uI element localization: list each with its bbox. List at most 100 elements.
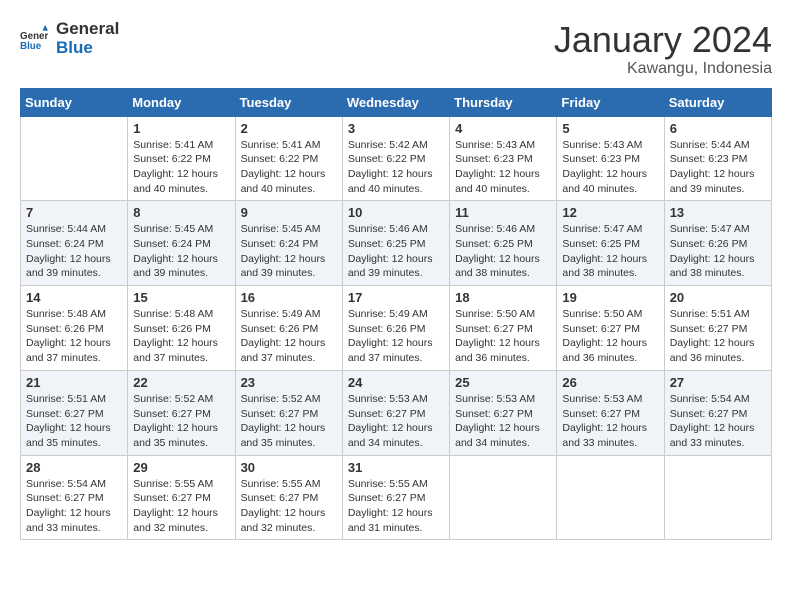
calendar-week-row: 14 Sunrise: 5:48 AM Sunset: 6:26 PM Dayli…: [21, 286, 772, 371]
day-number: 27: [670, 375, 766, 390]
day-info: Sunrise: 5:46 AM Sunset: 6:25 PM Dayligh…: [455, 222, 551, 281]
calendar-table: SundayMondayTuesdayWednesdayThursdayFrid…: [20, 88, 772, 541]
day-number: 26: [562, 375, 658, 390]
calendar-cell: 30 Sunrise: 5:55 AM Sunset: 6:27 PM Dayli…: [235, 455, 342, 540]
calendar-cell: 3 Sunrise: 5:42 AM Sunset: 6:22 PM Daylig…: [342, 116, 449, 201]
day-number: 8: [133, 205, 229, 220]
day-number: 6: [670, 121, 766, 136]
calendar-cell: [21, 116, 128, 201]
day-info: Sunrise: 5:49 AM Sunset: 6:26 PM Dayligh…: [348, 307, 444, 366]
calendar-cell: 15Sunrise: 5:48 AM Sunset: 6:26 PM Dayli…: [128, 286, 235, 371]
calendar-cell: [557, 455, 664, 540]
calendar-week-row: 21 Sunrise: 5:51 AM Sunset: 6:27 PM Dayli…: [21, 370, 772, 455]
calendar-cell: 21 Sunrise: 5:51 AM Sunset: 6:27 PM Dayli…: [21, 370, 128, 455]
day-number: 21: [26, 375, 122, 390]
calendar-cell: 31 Sunrise: 5:55 AM Sunset: 6:27 PM Dayli…: [342, 455, 449, 540]
calendar-cell: 19 Sunrise: 5:50 AM Sunset: 6:27 PM Dayli…: [557, 286, 664, 371]
calendar-cell: 6 Sunrise: 5:44 AM Sunset: 6:23 PM Daylig…: [664, 116, 771, 201]
calendar-week-row: 1 Sunrise: 5:41 AM Sunset: 6:22 PM Daylig…: [21, 116, 772, 201]
day-number: 2: [241, 121, 337, 136]
day-info: Sunrise: 5:53 AM Sunset: 6:27 PM Dayligh…: [348, 392, 444, 451]
day-number: 18: [455, 290, 551, 305]
day-info: Sunrise: 5:55 AM Sunset: 6:27 PM Dayligh…: [133, 477, 229, 536]
day-number: 7: [26, 205, 122, 220]
day-info: Sunrise: 5:55 AM Sunset: 6:27 PM Dayligh…: [241, 477, 337, 536]
day-info: Sunrise: 5:54 AM Sunset: 6:27 PM Dayligh…: [26, 477, 122, 536]
day-info: Sunrise: 5:53 AM Sunset: 6:27 PM Dayligh…: [562, 392, 658, 451]
calendar-cell: 25Sunrise: 5:53 AM Sunset: 6:27 PM Dayli…: [450, 370, 557, 455]
day-info: Sunrise: 5:43 AM Sunset: 6:23 PM Dayligh…: [562, 138, 658, 197]
day-info: Sunrise: 5:42 AM Sunset: 6:22 PM Dayligh…: [348, 138, 444, 197]
page-header: General Blue General Blue January 2024 K…: [20, 20, 772, 78]
day-info: Sunrise: 5:48 AM Sunset: 6:26 PM Dayligh…: [26, 307, 122, 366]
day-number: 28: [26, 460, 122, 475]
day-number: 11: [455, 205, 551, 220]
day-number: 17: [348, 290, 444, 305]
day-number: 24: [348, 375, 444, 390]
day-info: Sunrise: 5:44 AM Sunset: 6:24 PM Dayligh…: [26, 222, 122, 281]
day-info: Sunrise: 5:55 AM Sunset: 6:27 PM Dayligh…: [348, 477, 444, 536]
day-number: 5: [562, 121, 658, 136]
title-block: January 2024 Kawangu, Indonesia: [554, 20, 772, 78]
day-info: Sunrise: 5:44 AM Sunset: 6:23 PM Dayligh…: [670, 138, 766, 197]
calendar-cell: 14 Sunrise: 5:48 AM Sunset: 6:26 PM Dayli…: [21, 286, 128, 371]
day-info: Sunrise: 5:41 AM Sunset: 6:22 PM Dayligh…: [241, 138, 337, 197]
day-info: Sunrise: 5:52 AM Sunset: 6:27 PM Dayligh…: [133, 392, 229, 451]
col-header-thursday: Thursday: [450, 88, 557, 116]
day-info: Sunrise: 5:50 AM Sunset: 6:27 PM Dayligh…: [562, 307, 658, 366]
day-number: 20: [670, 290, 766, 305]
calendar-cell: 9Sunrise: 5:45 AM Sunset: 6:24 PM Daylig…: [235, 201, 342, 286]
calendar-cell: 4 Sunrise: 5:43 AM Sunset: 6:23 PM Daylig…: [450, 116, 557, 201]
calendar-cell: 5 Sunrise: 5:43 AM Sunset: 6:23 PM Daylig…: [557, 116, 664, 201]
day-info: Sunrise: 5:49 AM Sunset: 6:26 PM Dayligh…: [241, 307, 337, 366]
day-number: 31: [348, 460, 444, 475]
day-number: 9: [241, 205, 337, 220]
calendar-cell: 17 Sunrise: 5:49 AM Sunset: 6:26 PM Dayli…: [342, 286, 449, 371]
day-number: 22: [133, 375, 229, 390]
calendar-cell: 27 Sunrise: 5:54 AM Sunset: 6:27 PM Dayli…: [664, 370, 771, 455]
day-info: Sunrise: 5:54 AM Sunset: 6:27 PM Dayligh…: [670, 392, 766, 451]
col-header-tuesday: Tuesday: [235, 88, 342, 116]
calendar-cell: 22 Sunrise: 5:52 AM Sunset: 6:27 PM Dayli…: [128, 370, 235, 455]
calendar-header-row: SundayMondayTuesdayWednesdayThursdayFrid…: [21, 88, 772, 116]
day-info: Sunrise: 5:47 AM Sunset: 6:25 PM Dayligh…: [562, 222, 658, 281]
logo: General Blue General Blue: [20, 20, 119, 57]
calendar-cell: 1 Sunrise: 5:41 AM Sunset: 6:22 PM Daylig…: [128, 116, 235, 201]
day-number: 23: [241, 375, 337, 390]
day-info: Sunrise: 5:46 AM Sunset: 6:25 PM Dayligh…: [348, 222, 444, 281]
day-info: Sunrise: 5:50 AM Sunset: 6:27 PM Dayligh…: [455, 307, 551, 366]
day-info: Sunrise: 5:48 AM Sunset: 6:26 PM Dayligh…: [133, 307, 229, 366]
calendar-cell: 23 Sunrise: 5:52 AM Sunset: 6:27 PM Dayli…: [235, 370, 342, 455]
calendar-cell: 13Sunrise: 5:47 AM Sunset: 6:26 PM Dayli…: [664, 201, 771, 286]
day-info: Sunrise: 5:51 AM Sunset: 6:27 PM Dayligh…: [26, 392, 122, 451]
day-number: 14: [26, 290, 122, 305]
logo-icon: General Blue: [20, 25, 48, 53]
day-number: 16: [241, 290, 337, 305]
col-header-saturday: Saturday: [664, 88, 771, 116]
month-year-title: January 2024: [554, 20, 772, 60]
day-number: 1: [133, 121, 229, 136]
calendar-week-row: 7 Sunrise: 5:44 AM Sunset: 6:24 PM Daylig…: [21, 201, 772, 286]
calendar-cell: 2 Sunrise: 5:41 AM Sunset: 6:22 PM Daylig…: [235, 116, 342, 201]
day-info: Sunrise: 5:51 AM Sunset: 6:27 PM Dayligh…: [670, 307, 766, 366]
day-info: Sunrise: 5:47 AM Sunset: 6:26 PM Dayligh…: [670, 222, 766, 281]
calendar-cell: 29Sunrise: 5:55 AM Sunset: 6:27 PM Dayli…: [128, 455, 235, 540]
day-number: 30: [241, 460, 337, 475]
day-number: 25: [455, 375, 551, 390]
calendar-cell: [664, 455, 771, 540]
calendar-cell: 18 Sunrise: 5:50 AM Sunset: 6:27 PM Dayli…: [450, 286, 557, 371]
calendar-cell: 28 Sunrise: 5:54 AM Sunset: 6:27 PM Dayli…: [21, 455, 128, 540]
day-number: 3: [348, 121, 444, 136]
location-subtitle: Kawangu, Indonesia: [554, 60, 772, 78]
day-number: 19: [562, 290, 658, 305]
day-info: Sunrise: 5:52 AM Sunset: 6:27 PM Dayligh…: [241, 392, 337, 451]
logo-blue-text: Blue: [56, 39, 119, 58]
col-header-monday: Monday: [128, 88, 235, 116]
day-info: Sunrise: 5:41 AM Sunset: 6:22 PM Dayligh…: [133, 138, 229, 197]
calendar-cell: 7 Sunrise: 5:44 AM Sunset: 6:24 PM Daylig…: [21, 201, 128, 286]
calendar-cell: [450, 455, 557, 540]
day-number: 10: [348, 205, 444, 220]
calendar-cell: 24 Sunrise: 5:53 AM Sunset: 6:27 PM Dayli…: [342, 370, 449, 455]
day-number: 4: [455, 121, 551, 136]
day-info: Sunrise: 5:43 AM Sunset: 6:23 PM Dayligh…: [455, 138, 551, 197]
